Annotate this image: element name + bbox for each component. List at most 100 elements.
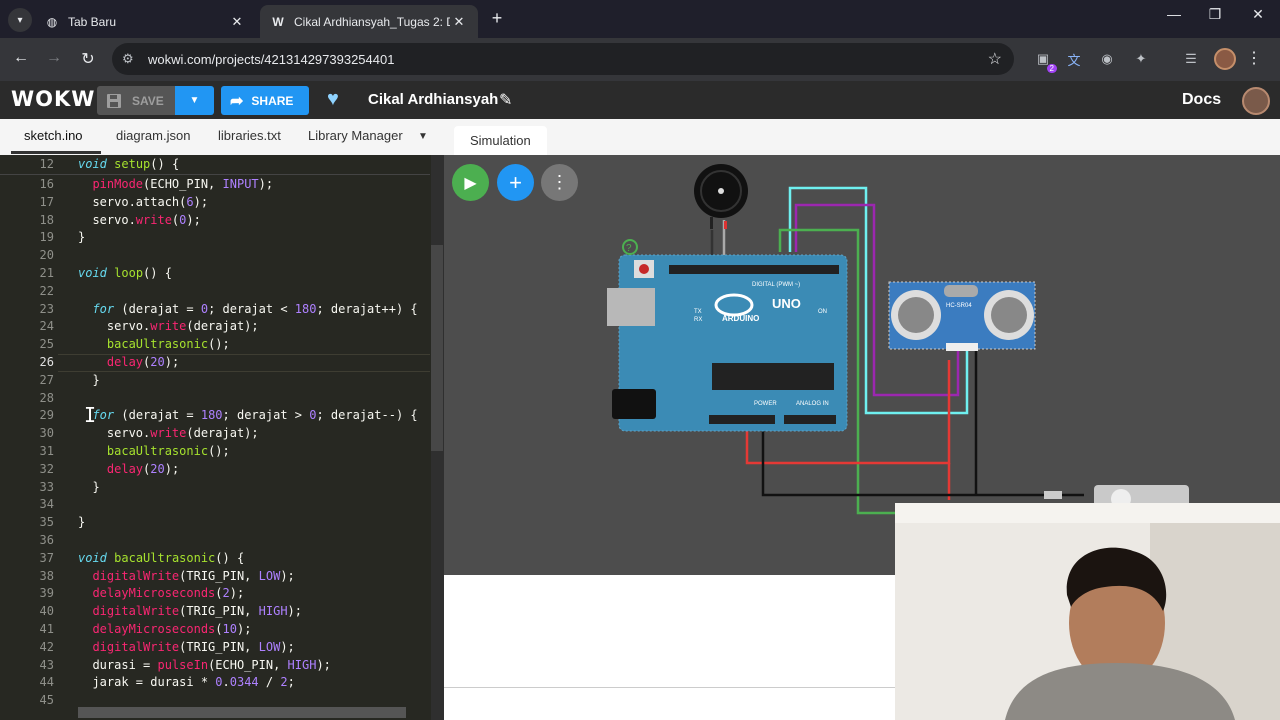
save-button[interactable]: SAVE [97, 86, 175, 115]
sensor-label: HC-SR04 [946, 303, 972, 309]
code-line: delayMicroseconds(10); [92, 622, 252, 636]
line-number: 40 [39, 604, 54, 619]
user-avatar[interactable] [1242, 87, 1270, 115]
line-number: 45 [39, 693, 54, 708]
code-line: servo.attach(6); [78, 194, 209, 209]
site-info-icon[interactable]: ⚙ [122, 51, 144, 67]
browser-toolbar: ← → ↻ ⚙ wokwi.com/projects/4213142973932… [0, 38, 1280, 81]
line-number: 12 [39, 157, 54, 171]
code-line: void setup() { [78, 157, 180, 171]
restore-icon[interactable]: ❐ [1195, 6, 1235, 23]
code-line: digitalWrite(TRIG_PIN, HIGH); [92, 604, 302, 619]
project-name[interactable]: Cikal Ardhiansyah [368, 91, 498, 108]
board-label-tx: TX [694, 309, 702, 315]
code-line: delay(20); [106, 461, 180, 476]
puzzle-icon[interactable]: ✦ [1131, 49, 1151, 69]
line-number: 25 [39, 337, 54, 352]
editor-tab-bar: sketch.ino diagram.json libraries.txt Li… [0, 119, 444, 155]
line-number: 20 [39, 248, 54, 263]
code-line: servo.write(derajat); [78, 426, 259, 441]
new-tab-button[interactable]: + [486, 8, 508, 29]
line-number: 24 [39, 319, 54, 334]
tab-diagram-json[interactable]: diagram.json [116, 128, 190, 143]
heart-icon[interactable]: ♥ [327, 88, 339, 111]
code-line: for (derajat = 180; derajat > 0; derajat… [92, 408, 418, 423]
line-number: 18 [39, 212, 54, 227]
board-label-rx: RX [694, 317, 702, 323]
docs-link[interactable]: Docs [1182, 91, 1221, 109]
close-tab-icon[interactable]: ✕ [228, 14, 246, 30]
close-window-icon[interactable]: ✕ [1238, 6, 1278, 23]
line-number: 26 [39, 355, 54, 369]
sticky-scroll-header[interactable]: 12 void setup() { [0, 155, 430, 175]
wokwi-logo[interactable]: WOKWI [11, 87, 104, 111]
board-label-uno: UNO [772, 296, 801, 311]
presenter-video [895, 503, 1280, 720]
simulation-tab-bar: Simulation [444, 119, 1280, 155]
line-number: 27 [39, 372, 54, 387]
globe-icon: ◍ [46, 14, 58, 29]
back-icon[interactable]: ← [10, 49, 32, 67]
text-cursor-icon: I [84, 403, 97, 427]
extension-icon[interactable]: ▣ 2 [1033, 49, 1057, 73]
code-line: } [78, 372, 100, 387]
profile-avatar[interactable] [1214, 48, 1236, 70]
line-number: 36 [39, 533, 54, 547]
line-number: 21 [39, 266, 54, 280]
bookmark-star-icon[interactable]: ☆ [988, 49, 1002, 69]
save-dropdown-button[interactable]: ▼ [175, 86, 214, 115]
tab-sketch-ino[interactable]: sketch.ino [24, 128, 83, 143]
code-line: void bacaUltrasonic() { [78, 550, 245, 565]
reload-icon[interactable]: ↻ [77, 49, 99, 69]
browser-tab-wokwi[interactable]: W Cikal Ardhiansyah_Tugas 2: Dig ✕ [260, 5, 478, 38]
horizontal-scrollbar[interactable] [78, 707, 406, 718]
line-number: 35 [39, 515, 54, 530]
line-number: 22 [39, 283, 54, 298]
code-line: } [78, 230, 86, 245]
code-editor[interactable]: 12 void setup() { 16 pinMode(ECHO_PIN, I… [0, 155, 444, 720]
tab-title: Tab Baru [68, 14, 117, 29]
tab-search-button[interactable]: ▾ [8, 8, 32, 32]
tabs-menu-caret-icon[interactable]: ▼ [418, 131, 428, 142]
forward-icon[interactable]: → [43, 49, 65, 67]
line-number: 44 [39, 675, 54, 690]
browser-tab-new[interactable]: ◍ Tab Baru ✕ [34, 5, 256, 38]
tab-libraries-txt[interactable]: libraries.txt [218, 128, 281, 143]
line-number: 28 [39, 390, 54, 405]
line-number: 23 [39, 301, 54, 316]
vertical-scrollbar[interactable] [431, 245, 443, 451]
code-line: for (derajat = 0; derajat < 180; derajat… [92, 301, 418, 316]
line-number: 19 [39, 230, 54, 245]
code-line: servo.write(0); [78, 212, 201, 227]
arduino-uno-board: ? UNO ARDUINO DIGITAL (PWM ~) POWER ANAL… [607, 239, 848, 432]
floppy-icon [107, 93, 121, 108]
line-number: 37 [39, 550, 54, 565]
tab-title: Cikal Ardhiansyah_Tugas 2: Dig [294, 14, 450, 29]
code-line: servo.write(derajat); [78, 319, 259, 334]
line-number: 43 [39, 657, 54, 672]
menu-kebab-icon[interactable]: ⋮ [1246, 48, 1262, 68]
tab-simulation[interactable]: Simulation [454, 126, 547, 155]
line-number: 16 [39, 177, 54, 191]
line-number: 32 [39, 461, 54, 476]
reading-list-icon[interactable]: ☰ [1181, 49, 1201, 69]
wokwi-icon: W [272, 14, 284, 29]
code-line: digitalWrite(TRIG_PIN, LOW); [92, 568, 295, 583]
close-tab-icon[interactable]: ✕ [450, 14, 468, 30]
browser-tab-strip: ▾ ◍ Tab Baru ✕ W Cikal Ardhiansyah_Tugas… [0, 0, 1280, 38]
camera-icon[interactable]: ◉ [1097, 49, 1117, 69]
tab-library-manager[interactable]: Library Manager [308, 128, 403, 143]
board-label-arduino: ARDUINO [722, 314, 759, 323]
line-number: 34 [39, 497, 54, 512]
minimize-icon[interactable]: — [1154, 6, 1194, 22]
code-line: bacaUltrasonic(); [106, 337, 230, 352]
url-text: wokwi.com/projects/421314297393254401 [148, 51, 395, 67]
code-line: } [78, 479, 100, 494]
share-arrow-icon: ➦ [230, 92, 244, 110]
hc-sr04-sensor: HC-SR04 [888, 281, 1036, 351]
webcam-overlay [895, 503, 1280, 720]
translate-icon[interactable]: 文 [1064, 49, 1084, 69]
share-button[interactable]: ➦ SHARE [221, 86, 309, 115]
pencil-icon[interactable]: ✎ [499, 90, 512, 110]
address-bar[interactable]: ⚙ wokwi.com/projects/421314297393254401 … [112, 43, 1014, 75]
